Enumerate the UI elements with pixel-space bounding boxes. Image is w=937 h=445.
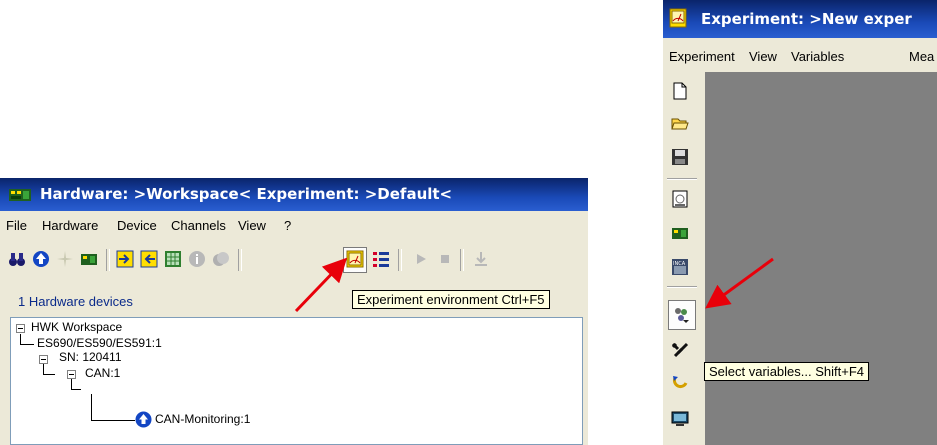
tree-connector xyxy=(91,420,135,421)
play-icon[interactable] xyxy=(412,250,430,268)
toolbar-separator xyxy=(238,249,242,271)
hardware-icon[interactable] xyxy=(671,224,689,242)
experiment-title-bar[interactable]: Experiment: >New exper xyxy=(663,0,937,38)
tree-node-workspace[interactable]: HWK Workspace xyxy=(31,320,122,334)
tree-connector xyxy=(71,389,81,390)
toolbar-separator xyxy=(106,249,110,271)
new-document-icon[interactable] xyxy=(671,82,689,100)
experiment-canvas[interactable] xyxy=(705,72,937,445)
tree-collapse-toggle[interactable] xyxy=(16,324,25,333)
menu-hardware[interactable]: Hardware xyxy=(42,218,98,233)
experiment-vertical-toolbar: INCA xyxy=(663,72,705,445)
tree-connector xyxy=(71,379,72,389)
select-variables-tooltip: Select variables... Shift+F4 xyxy=(704,362,869,381)
tree-node-can-monitoring[interactable]: CAN-Monitoring:1 xyxy=(155,412,250,426)
menu-variables[interactable]: Variables xyxy=(791,49,844,64)
menu-channels[interactable]: Channels xyxy=(171,218,226,233)
sparkle-icon[interactable] xyxy=(56,250,74,268)
experiment-environment-icon[interactable] xyxy=(346,250,364,268)
stop-icon[interactable] xyxy=(436,250,454,268)
hardware-title-bar[interactable]: Hardware: >Workspace< Experiment: >Defau… xyxy=(0,178,588,211)
import-icon[interactable] xyxy=(116,250,134,268)
menu-help[interactable]: ? xyxy=(284,218,291,233)
refresh-icon[interactable] xyxy=(671,374,689,392)
hardware-device-count: 1 Hardware devices xyxy=(18,294,133,309)
binoculars-icon[interactable] xyxy=(8,250,26,268)
experiment-window-title: Experiment: >New exper xyxy=(701,10,912,28)
upload-icon[interactable] xyxy=(32,250,50,268)
menu-measurement[interactable]: Mea xyxy=(909,49,934,64)
experiment-app-icon xyxy=(669,8,687,28)
hardware-icon[interactable] xyxy=(80,250,98,268)
monitor-icon[interactable] xyxy=(671,410,689,428)
tree-connector xyxy=(43,374,55,375)
select-variables-icon xyxy=(675,308,689,323)
tree-collapse-toggle[interactable] xyxy=(67,370,76,379)
device-icon[interactable] xyxy=(212,250,230,268)
tree-collapse-toggle[interactable] xyxy=(39,355,48,364)
experiment-menu-bar: Experiment View Variables Mea xyxy=(663,48,937,68)
menu-view[interactable]: View xyxy=(238,218,266,233)
grid-icon[interactable] xyxy=(164,250,182,268)
tools-icon[interactable] xyxy=(671,342,689,360)
menu-device[interactable]: Device xyxy=(117,218,157,233)
tree-connector xyxy=(20,344,34,345)
toolbar-separator xyxy=(398,249,402,271)
menu-view[interactable]: View xyxy=(749,49,777,64)
tree-connector xyxy=(20,334,21,344)
calibration-icon[interactable] xyxy=(671,190,689,208)
select-variables-button[interactable] xyxy=(668,300,696,330)
inca-icon[interactable]: INCA xyxy=(671,258,689,276)
tree-node-sn[interactable]: SN: 120411 xyxy=(59,350,122,364)
toolbar-separator xyxy=(667,178,697,180)
experiment-environment-tooltip: Experiment environment Ctrl+F5 xyxy=(352,290,550,309)
menu-file[interactable]: File xyxy=(6,218,27,233)
tree-connector xyxy=(91,394,92,420)
info-icon[interactable] xyxy=(188,250,206,268)
hardware-window: Hardware: >Workspace< Experiment: >Defau… xyxy=(0,178,588,445)
svg-text:INCA: INCA xyxy=(673,261,686,267)
save-icon[interactable] xyxy=(671,148,689,166)
hardware-window-title: Hardware: >Workspace< Experiment: >Defau… xyxy=(40,185,453,203)
tree-node-can[interactable]: CAN:1 xyxy=(85,366,120,380)
menu-experiment[interactable]: Experiment xyxy=(669,49,735,64)
toolbar-separator xyxy=(460,249,464,271)
hardware-app-icon xyxy=(9,189,31,201)
export-icon[interactable] xyxy=(140,250,158,268)
hardware-menu-bar: File Hardware Device Channels View ? xyxy=(0,216,588,236)
download-icon[interactable] xyxy=(472,250,490,268)
open-folder-icon[interactable] xyxy=(671,114,689,132)
hardware-toolbar xyxy=(0,246,588,276)
can-monitoring-icon xyxy=(135,411,152,428)
tree-node-es690[interactable]: ES690/ES590/ES591:1 xyxy=(37,336,162,350)
toolbar-separator xyxy=(667,286,697,288)
hardware-tree: HWK Workspace ES690/ES590/ES591:1 SN: 12… xyxy=(10,317,583,445)
tree-connector xyxy=(43,364,44,374)
list-icon[interactable] xyxy=(372,250,390,268)
